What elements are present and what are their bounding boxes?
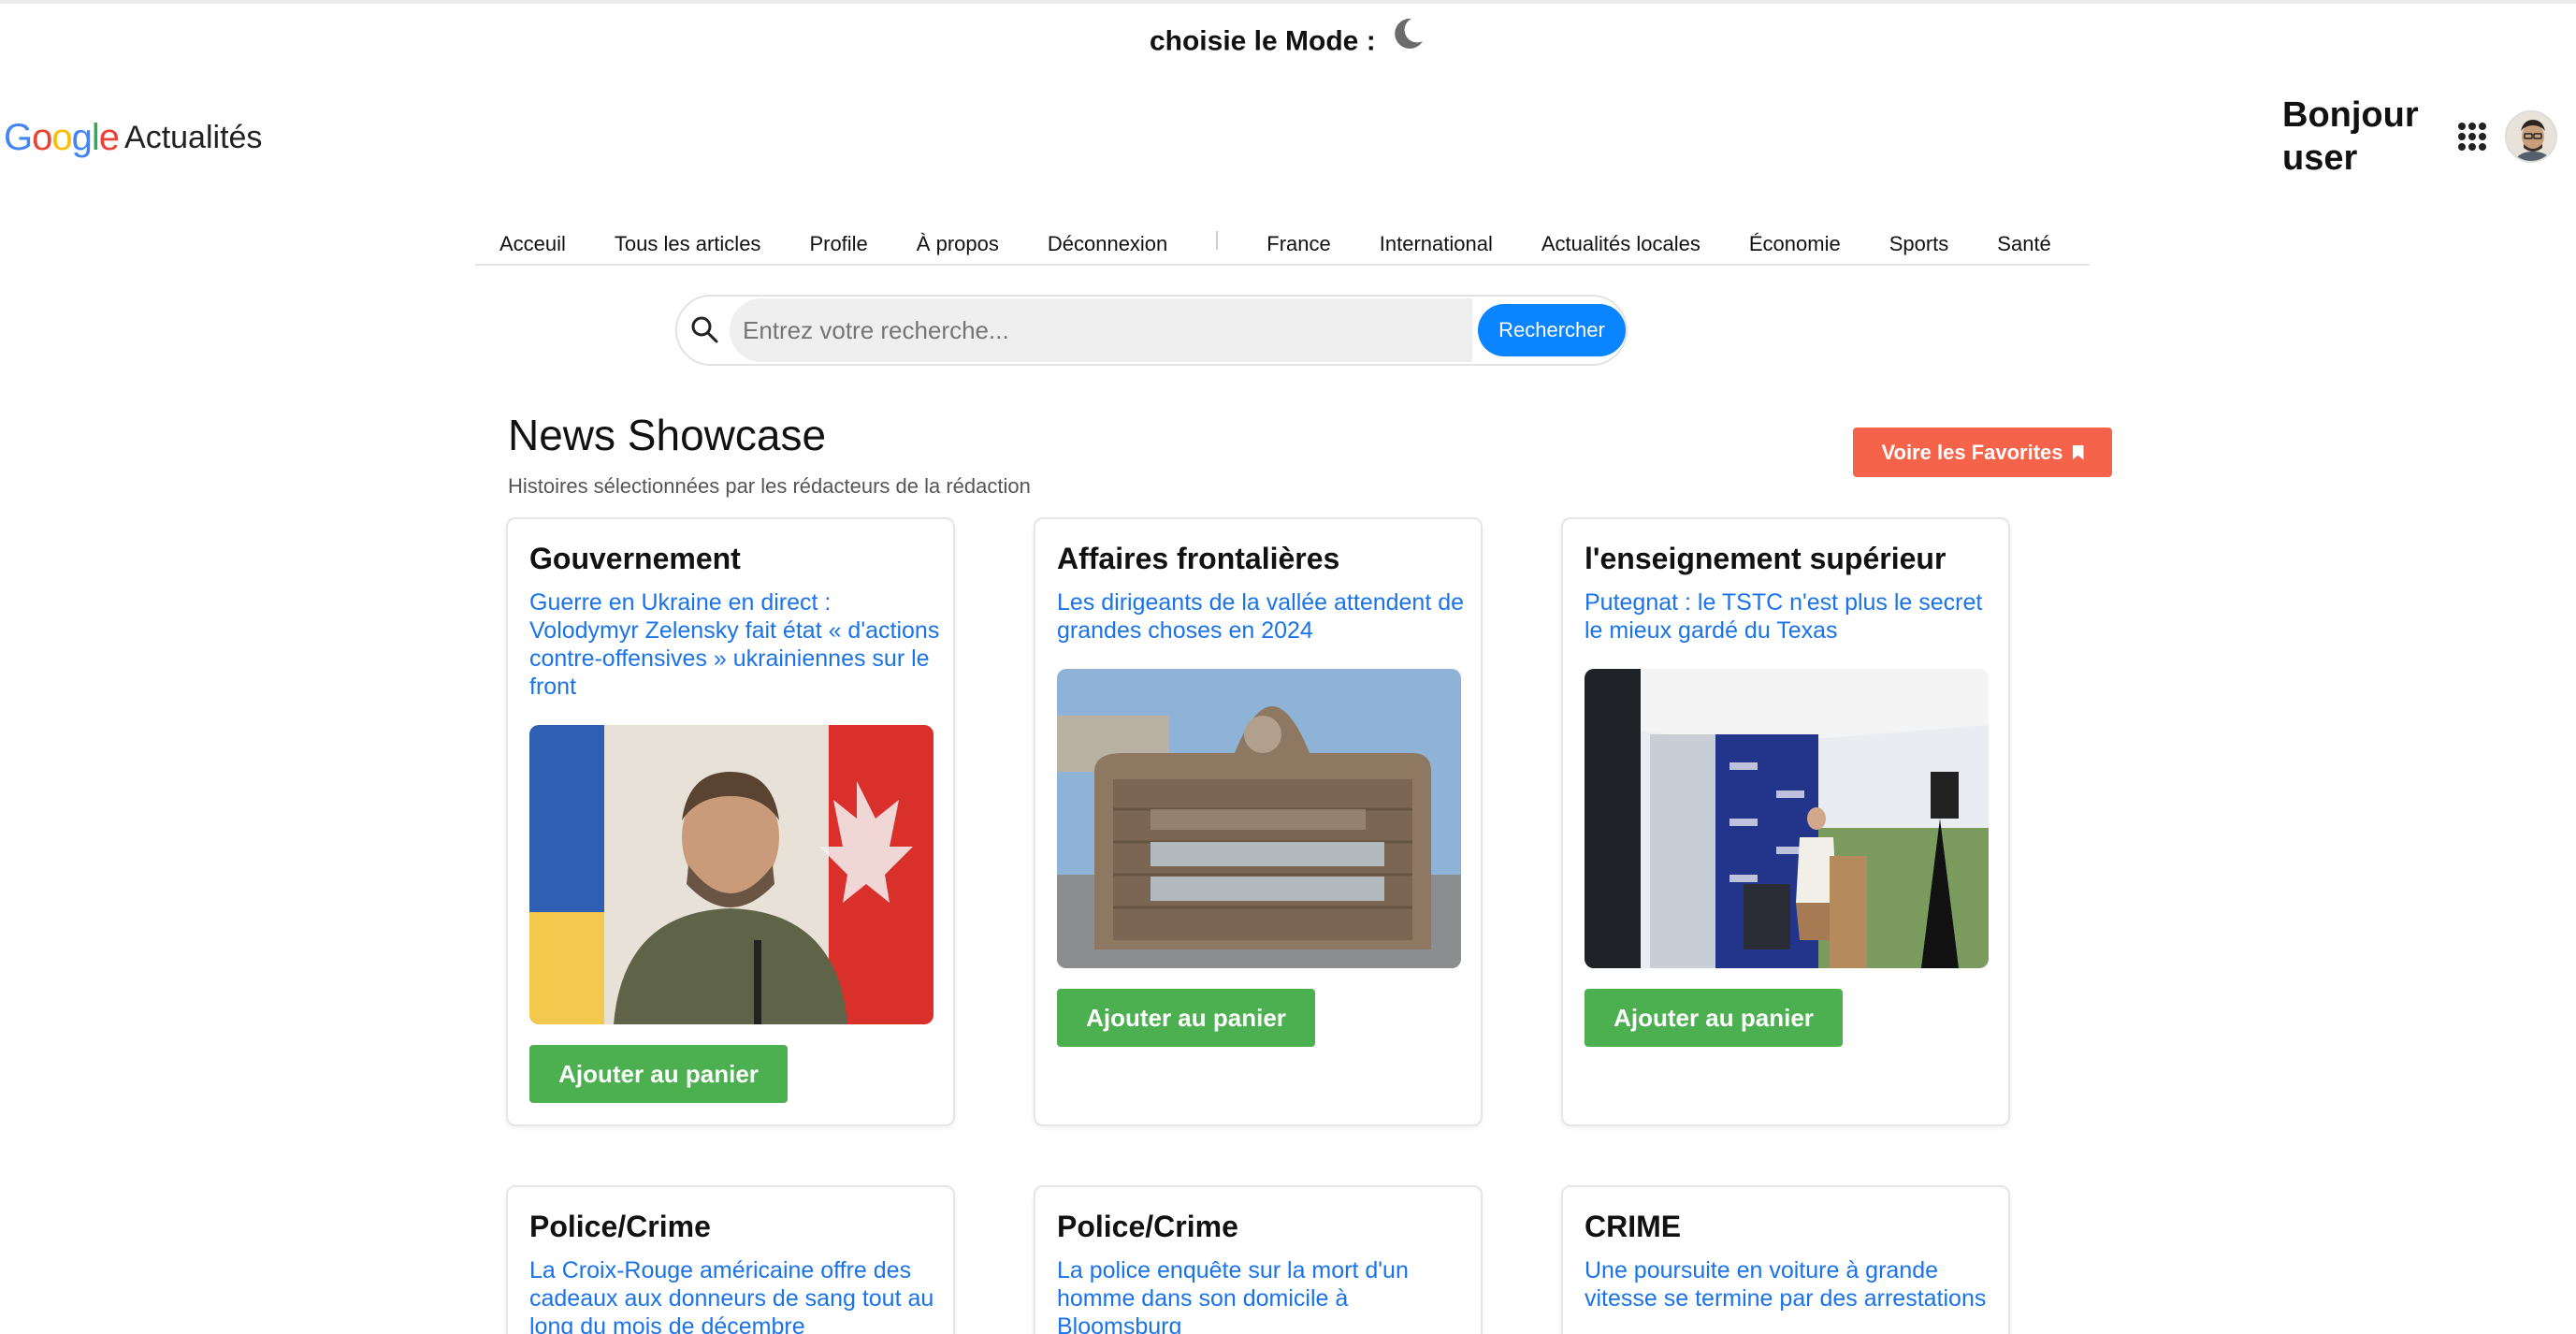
nav-item-tous-les-articles[interactable]: Tous les articles <box>615 232 761 256</box>
card-image[interactable] <box>1057 669 1461 968</box>
card-headline-link[interactable]: Guerre en Ukraine en direct : Volodymyr … <box>529 588 941 701</box>
nav-item-profile[interactable]: Profile <box>809 232 867 256</box>
card-category: Gouvernement <box>529 542 741 575</box>
mode-label: choisie le Mode : <box>1149 25 1376 57</box>
page-subtitle: Histoires sélectionnées par les rédacteu… <box>508 474 1031 498</box>
card-headline-link[interactable]: Les dirigeants de la vallée attendent de… <box>1057 588 1469 645</box>
card-headline-link[interactable]: La police enquête sur la mort d'un homme… <box>1057 1256 1469 1334</box>
card-category: Police/Crime <box>529 1210 711 1243</box>
search-bar: Rechercher <box>675 295 1628 366</box>
avatar[interactable] <box>2505 110 2557 163</box>
nav-item-a-propos[interactable]: À propos <box>917 232 999 256</box>
nav-divider <box>1216 231 1219 250</box>
card-image[interactable] <box>1585 669 1989 968</box>
nav-topic-sports[interactable]: Sports <box>1889 232 1949 256</box>
news-card: Police/Crime La police enquête sur la mo… <box>1034 1185 1483 1334</box>
favorites-button[interactable]: Voire les Favorites <box>1853 428 2112 477</box>
card-headline-link[interactable]: La Croix-Rouge américaine offre des cade… <box>529 1256 941 1334</box>
card-category: l'enseignement supérieur <box>1585 542 1946 575</box>
card-category: Affaires frontalières <box>1057 542 1340 575</box>
bookmark-icon <box>2072 444 2084 460</box>
nav-item-acceuil[interactable]: Acceuil <box>499 232 566 256</box>
top-divider <box>0 0 2576 4</box>
card-headline-link[interactable]: Putegnat : le TSTC n'est plus le secret … <box>1585 588 1996 645</box>
search-input[interactable] <box>730 298 1472 362</box>
nav-topic-actualites-locales[interactable]: Actualités locales <box>1541 232 1700 256</box>
nav-topic-france[interactable]: France <box>1266 232 1330 256</box>
logo-app-name: Actualités <box>124 119 263 155</box>
nav-item-deconnexion[interactable]: Déconnexion <box>1048 232 1167 256</box>
news-card: Gouvernement Guerre en Ukraine en direct… <box>506 517 955 1126</box>
news-card: CRIME Une poursuite en voiture à grande … <box>1561 1185 2010 1334</box>
user-greeting: Bonjour user <box>2282 95 2419 178</box>
favorites-button-label: Voire les Favorites <box>1881 440 2063 464</box>
apps-grid-icon[interactable] <box>2458 123 2486 151</box>
news-card: Affaires frontalières Les dirigeants de … <box>1034 517 1483 1126</box>
page-title: News Showcase <box>508 411 827 459</box>
add-to-cart-button[interactable]: Ajouter au panier <box>529 1045 788 1103</box>
mode-toggle[interactable]: choisie le Mode : <box>0 18 2576 63</box>
card-image[interactable] <box>529 725 933 1024</box>
card-headline-link[interactable]: Une poursuite en voiture à grande vitess… <box>1585 1256 1996 1312</box>
moon-icon[interactable] <box>1389 15 1426 63</box>
add-to-cart-button[interactable]: Ajouter au panier <box>1585 989 1843 1047</box>
card-category: CRIME <box>1585 1210 1682 1243</box>
google-news-logo[interactable]: Google Actualités <box>4 114 262 161</box>
nav-topic-international[interactable]: International <box>1380 232 1493 256</box>
logo-brand: Google <box>4 116 120 158</box>
card-category: Police/Crime <box>1057 1210 1238 1243</box>
add-to-cart-button[interactable]: Ajouter au panier <box>1057 989 1315 1047</box>
search-field <box>730 298 1472 362</box>
search-button[interactable]: Rechercher <box>1478 304 1626 356</box>
search-icon <box>687 312 724 349</box>
news-card: l'enseignement supérieur Putegnat : le T… <box>1561 517 2010 1126</box>
nav-topic-sante[interactable]: Santé <box>1997 232 2051 256</box>
main-nav: Acceuil Tous les articles Profile À prop… <box>475 225 2090 266</box>
news-card: Police/Crime La Croix-Rouge américaine o… <box>506 1185 955 1334</box>
nav-topic-economie[interactable]: Économie <box>1749 232 1841 256</box>
